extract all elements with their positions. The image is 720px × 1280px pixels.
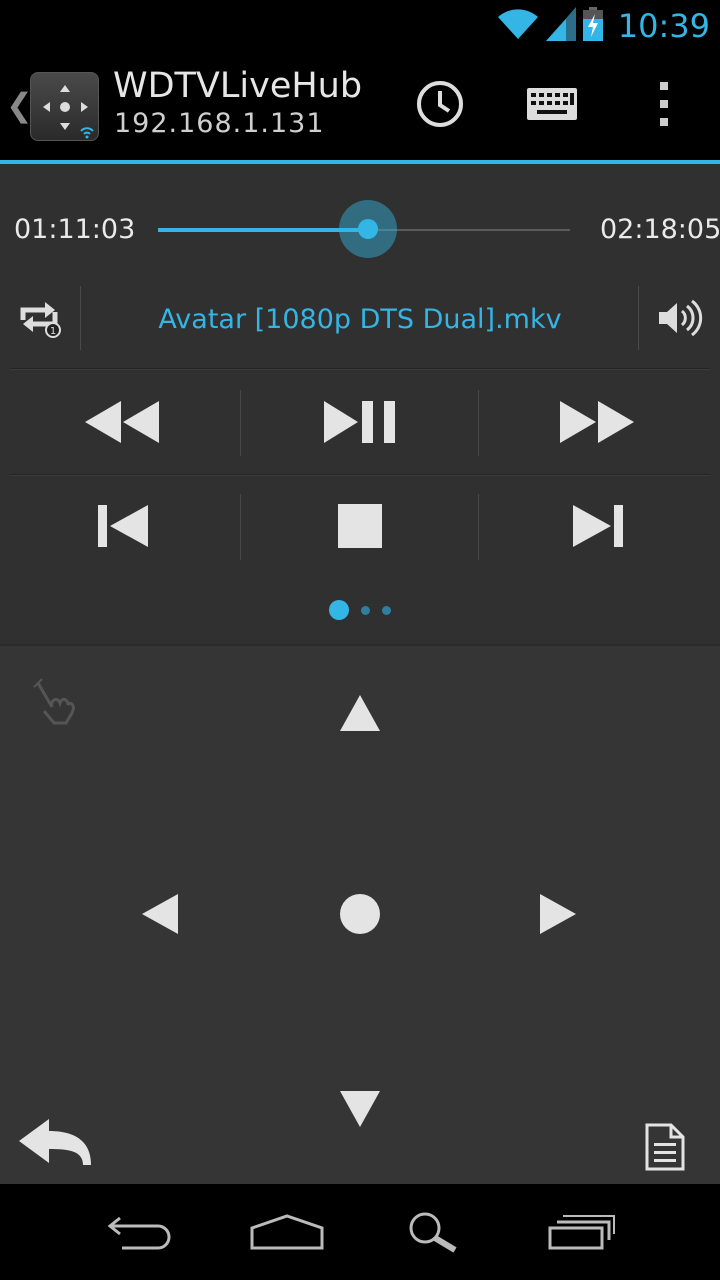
nav-recents-button[interactable] [532,1204,632,1264]
right-button[interactable] [520,878,596,954]
keyboard-icon [527,88,577,124]
seek-progress [158,228,369,232]
dpad-panel[interactable] [0,644,720,1184]
skip-previous-button[interactable] [8,488,238,568]
nav-home-icon [249,1212,325,1256]
keyboard-button[interactable] [512,70,592,142]
up-caret-icon[interactable]: ❮ [6,86,33,124]
up-button[interactable] [320,680,400,750]
nav-search-icon [405,1210,463,1258]
fast-forward-icon [558,399,638,449]
overflow-menu-button[interactable] [624,70,704,142]
right-arrow-icon [538,892,578,940]
ok-button[interactable] [322,878,398,954]
divider [240,494,241,560]
player-panel: 01:11:03 02:18:05 1 Avatar [1080p DTS Du… [0,164,720,644]
action-bar: ❮ WDTVLiveHub 192.168.1.131 [0,50,720,160]
page-indicator [0,600,720,620]
ok-icon [338,892,382,940]
divider [240,390,241,456]
total-time: 02:18:05 [600,214,720,245]
file-name: Avatar [1080p DTS Dual].mkv [158,304,562,335]
left-arrow-icon [140,892,180,940]
wifi-icon [496,7,540,45]
volume-button[interactable] [640,280,720,360]
status-bar: 10:39 [0,0,720,50]
divider [478,494,479,560]
signal-icon [545,7,576,45]
elapsed-time: 01:11:03 [14,214,136,245]
status-time: 10:39 [617,7,710,45]
stop-button[interactable] [245,488,475,568]
info-button[interactable] [630,1114,700,1184]
back-icon [17,1117,93,1173]
svg-text:1: 1 [50,326,56,337]
history-button[interactable] [400,70,480,142]
history-icon [415,79,465,133]
rewind-icon [83,399,163,449]
skip-previous-icon [96,503,150,553]
fast-forward-button[interactable] [483,384,713,464]
volume-icon [657,298,703,342]
seek-bar[interactable] [158,200,570,258]
down-arrow-icon [338,1089,382,1133]
seek-thumb[interactable] [339,200,398,258]
overflow-menu-icon [658,82,670,130]
repeat-button[interactable]: 1 [0,280,80,360]
gesture-icon [32,677,78,729]
rewind-button[interactable] [8,384,238,464]
battery-charging-icon [582,7,604,45]
skip-next-button[interactable] [483,488,713,568]
back-button[interactable] [10,1110,100,1180]
play-pause-button[interactable] [245,384,475,464]
down-button[interactable] [320,1076,400,1146]
device-ip: 192.168.1.131 [114,108,325,139]
divider [478,390,479,456]
file-row-divider-left [80,286,81,350]
page-dot-1[interactable] [329,600,349,620]
play-pause-icon [322,399,398,449]
nav-recents-icon [547,1212,617,1256]
page-dot-2[interactable] [361,605,370,615]
repeat-one-icon: 1 [17,298,63,342]
system-nav-bar [0,1184,720,1280]
device-name: WDTVLiveHub [113,66,363,106]
left-button[interactable] [122,878,198,954]
gesture-toggle[interactable] [28,676,82,730]
divider [10,474,710,476]
up-arrow-icon [338,693,382,737]
page-dot-3[interactable] [382,605,391,615]
nav-back-icon [106,1212,174,1256]
nav-back-button[interactable] [90,1204,190,1264]
document-icon [645,1123,685,1175]
app-icon[interactable] [30,72,99,141]
divider [10,368,710,370]
nav-search-button[interactable] [384,1204,484,1264]
skip-next-icon [571,503,625,553]
file-row-divider-right [638,286,639,350]
nav-home-button[interactable] [237,1204,337,1264]
stop-icon [337,503,383,553]
